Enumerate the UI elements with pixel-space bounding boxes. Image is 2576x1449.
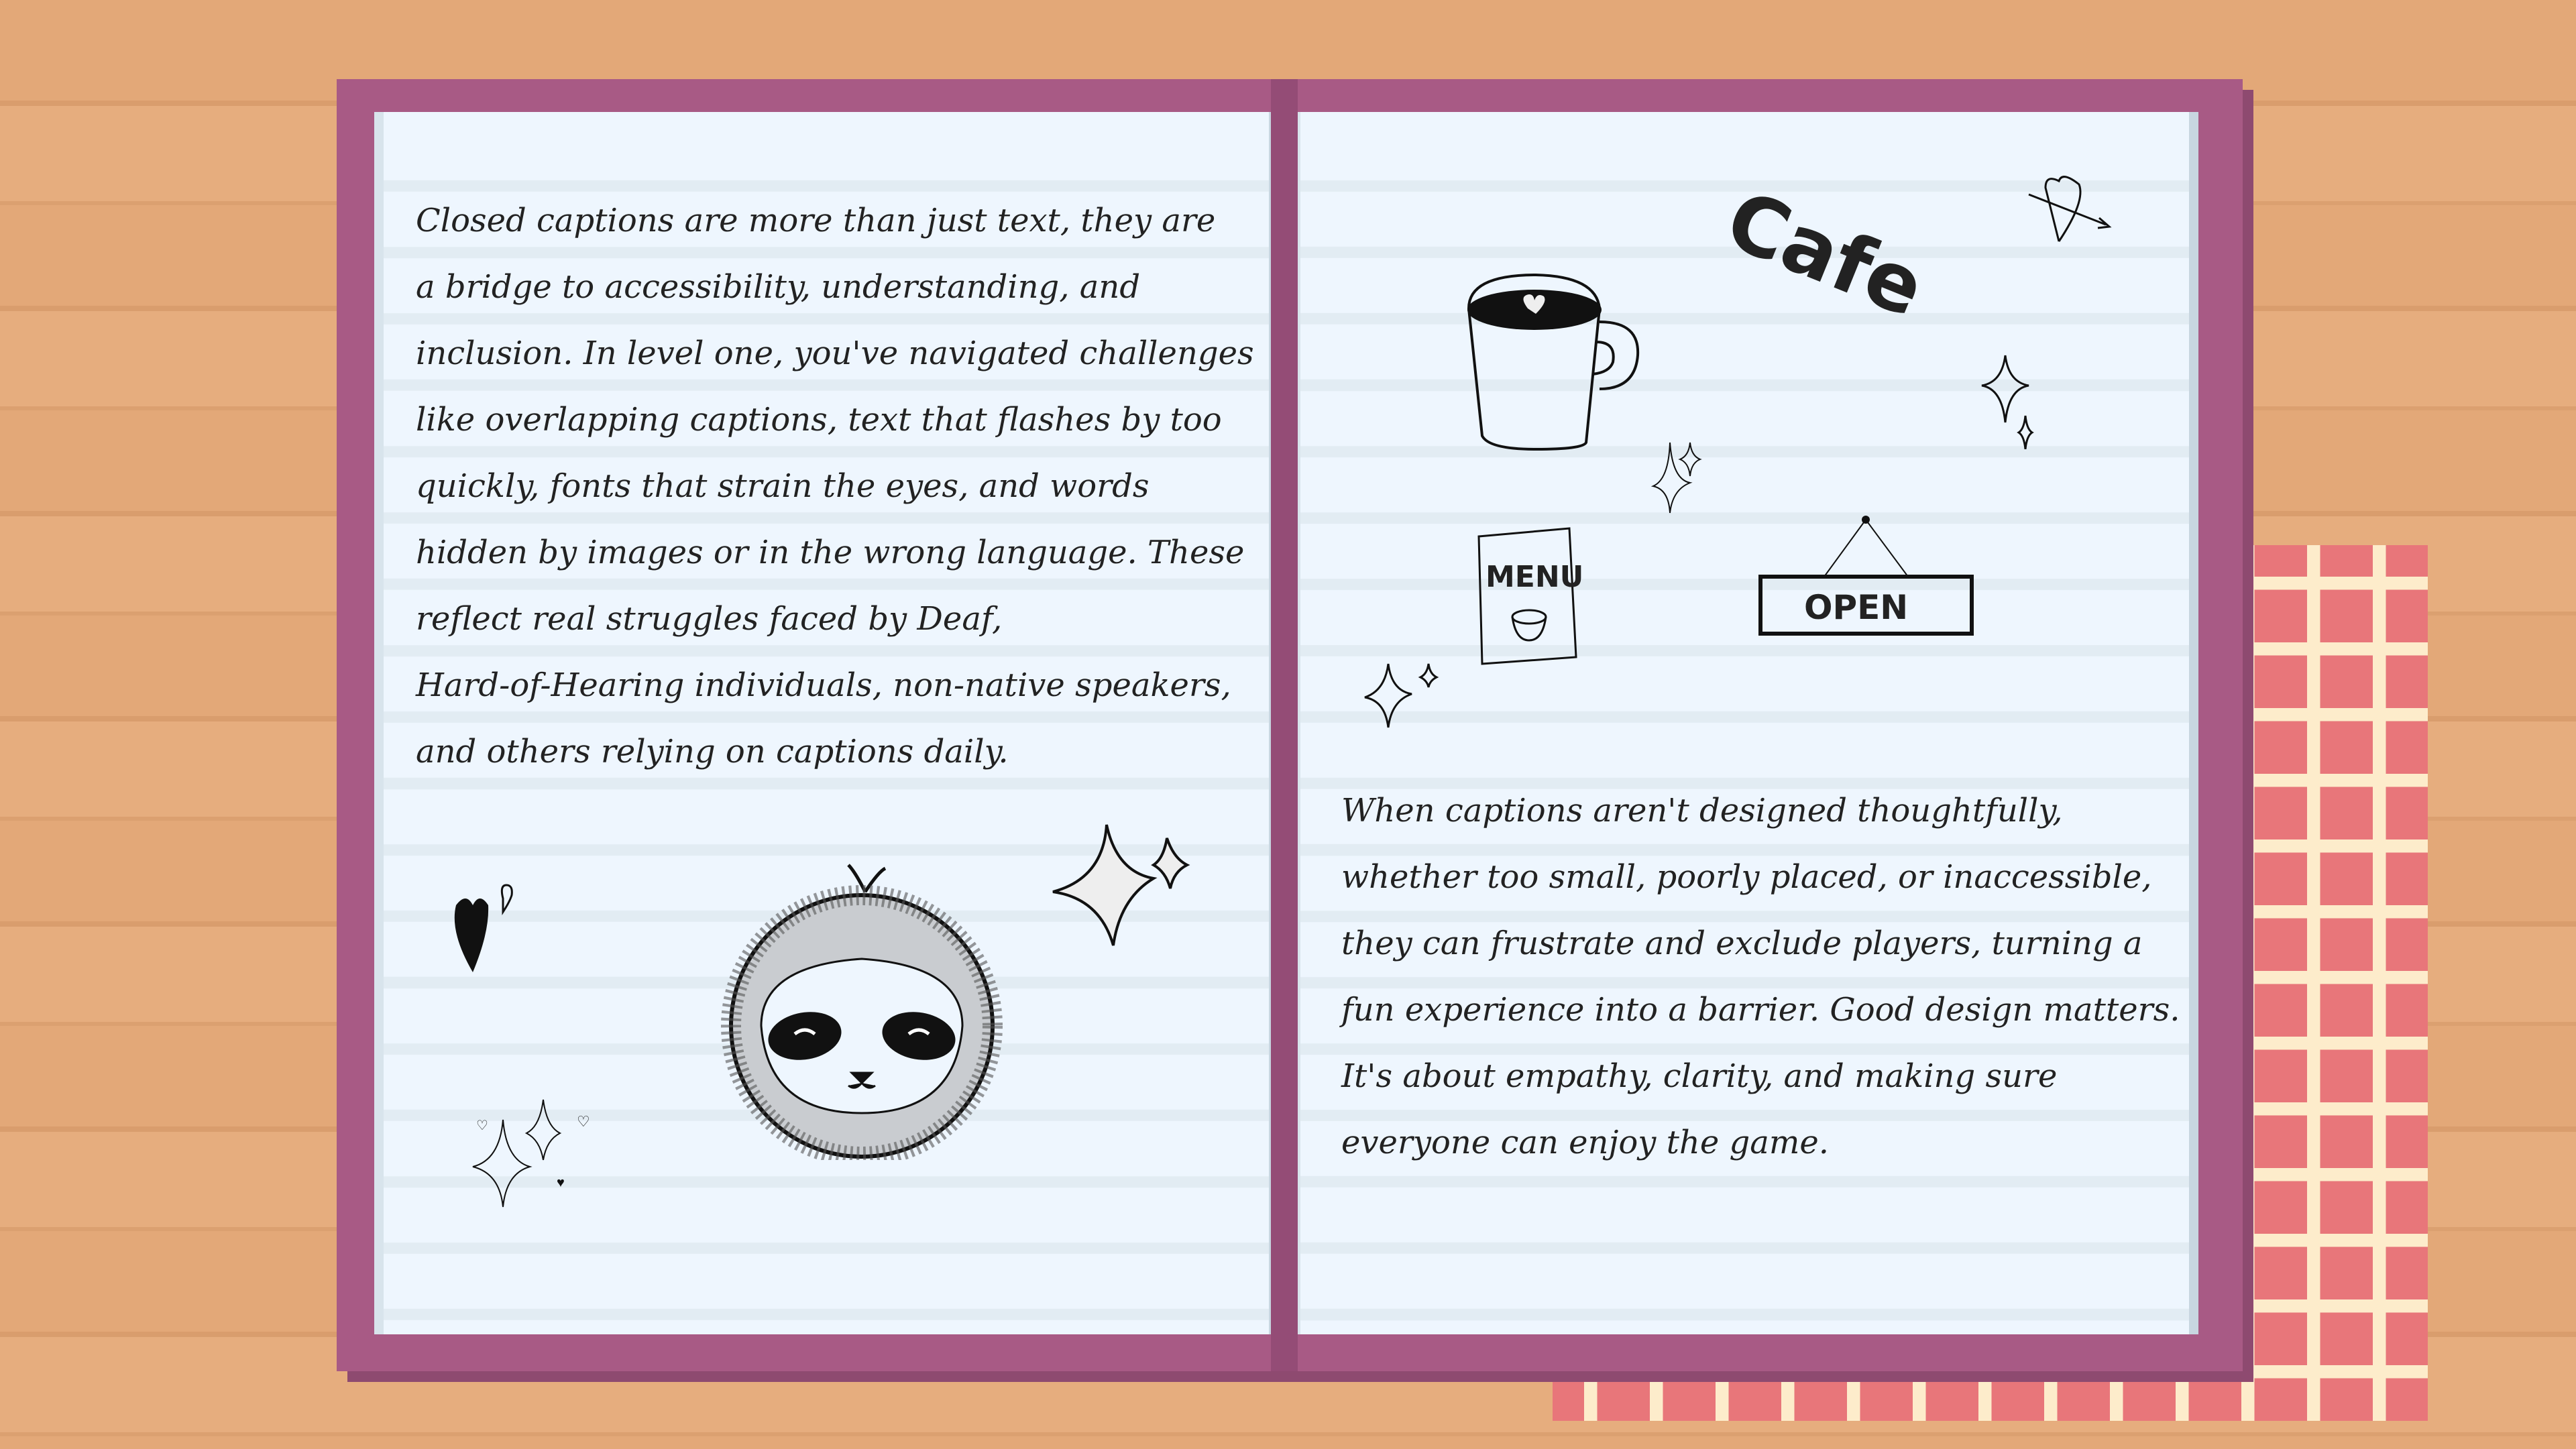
right-page-text: When captions aren't designed thoughtful… xyxy=(1341,778,2180,1176)
text-line: whether too small, poorly placed, or ina… xyxy=(1341,858,2152,896)
book-spine xyxy=(1271,79,1298,1371)
text-line: It's about empathy, clarity, and making … xyxy=(1341,1057,2058,1095)
sparkle-icon xyxy=(1650,442,1702,514)
text-line: they can frustrate and exclude players, … xyxy=(1341,925,2143,962)
menu-label: MENU xyxy=(1486,560,1583,594)
sparkle-icon xyxy=(1364,663,1439,728)
text-line: hidden by images or in the wrong languag… xyxy=(416,534,1245,571)
left-page-text: Closed captions are more than just text,… xyxy=(416,188,1254,785)
heart-arrow-icon xyxy=(2028,176,2112,242)
text-line: fun experience into a barrier. Good desi… xyxy=(1341,991,2180,1029)
text-line: everyone can enjoy the game. xyxy=(1341,1124,1830,1161)
text-line: Closed captions are more than just text,… xyxy=(416,202,1216,239)
menu-icon: MENU xyxy=(1477,527,1583,665)
svg-text:♡: ♡ xyxy=(476,1118,488,1133)
text-line: a bridge to accessibility, understanding… xyxy=(416,268,1141,306)
sloth-face-icon xyxy=(721,864,1003,1160)
sparkle-icon xyxy=(1052,824,1190,946)
text-line: Hard-of-Hearing individuals, non-native … xyxy=(416,666,1231,704)
sparkle-icon xyxy=(1981,355,2034,449)
text-line: reflect real struggles faced by Deaf, xyxy=(416,600,1003,638)
heart-icon xyxy=(454,884,513,972)
text-line: and others relying on captions daily. xyxy=(416,733,1009,770)
open-label: OPEN xyxy=(1804,588,1908,627)
text-line: like overlapping captions, text that fla… xyxy=(416,401,1222,439)
text-line: quickly, fonts that strain the eyes, and… xyxy=(416,467,1150,505)
coffee-cup-icon xyxy=(1467,273,1640,451)
text-line: When captions aren't designed thoughtful… xyxy=(1341,792,2063,829)
svg-text:♥: ♥ xyxy=(557,1175,565,1190)
svg-text:♡: ♡ xyxy=(577,1113,590,1130)
open-sign-icon: OPEN xyxy=(1758,516,1974,636)
text-line: inclusion. In level one, you've navigate… xyxy=(416,335,1254,372)
sparkle-hearts-icon: ♡ ♡ ♥ xyxy=(472,1099,590,1208)
